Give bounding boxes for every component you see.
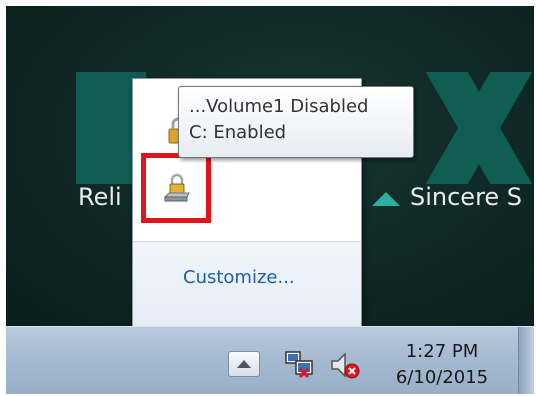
wallpaper-triangle-icon [372,192,400,206]
chevron-up-icon [237,360,251,368]
taskbar: 1:27 PM 6/10/2015 [6,326,534,394]
show-hidden-icons-button[interactable] [228,351,260,377]
screen: Reli Sincere S Customize... ...Volume1 D… [6,6,534,394]
tooltip-line-1: ...Volume1 Disabled [189,96,369,117]
show-desktop-button[interactable] [518,327,534,394]
wallpaper-text-right: Sincere S [410,183,523,211]
customize-link[interactable]: Customize... [183,267,295,288]
bitlocker-drive-icon[interactable] [163,173,191,203]
logo-shape-right [424,72,534,184]
clock-date: 6/10/2015 [395,367,489,388]
system-clock[interactable]: 1:27 PM 6/10/2015 [382,339,502,391]
bitlocker-status-tooltip: ...Volume1 Disabled C: Enabled [178,86,414,158]
tooltip-line-2: C: Enabled [189,122,287,143]
clock-time: 1:27 PM [405,341,479,362]
wallpaper-text-left: Reli [78,183,122,211]
network-icon[interactable] [282,349,316,381]
volume-muted-icon[interactable] [328,349,362,381]
